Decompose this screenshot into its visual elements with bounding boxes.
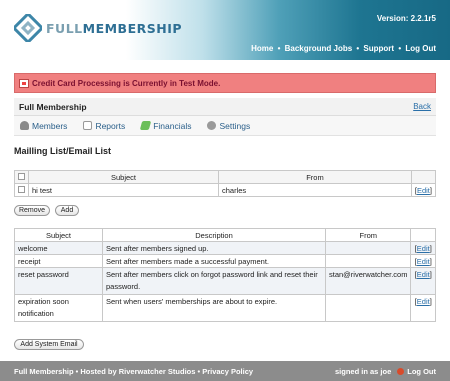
subnav-members-label: Members	[32, 120, 68, 131]
top-nav: Home • Background Jobs • Support • Log O…	[251, 44, 436, 53]
table-header-row: Subject Description From	[14, 228, 436, 242]
subnav-settings-label: Settings	[219, 120, 251, 131]
row-from	[324, 241, 412, 255]
col-action	[410, 170, 437, 184]
row-checkbox[interactable]	[18, 185, 25, 193]
table-row: expiration soon notification Sent when u…	[14, 294, 436, 322]
add-button[interactable]: Add	[55, 205, 79, 216]
back-link[interactable]: Back	[413, 102, 431, 111]
select-all-checkbox[interactable]	[18, 172, 25, 180]
row-from	[324, 294, 412, 322]
table-header-row: Subject From	[14, 170, 437, 184]
footer-user: signed in as joe Log Out	[335, 367, 436, 376]
footer-links[interactable]: Full Membership • Hosted by Riverwatcher…	[14, 367, 253, 376]
subnav-reports[interactable]: Reports	[83, 121, 125, 131]
subnav-settings[interactable]: Settings	[207, 121, 250, 131]
edit-link[interactable]: Edit	[417, 257, 430, 266]
col-subject: Subject	[28, 170, 219, 184]
credit-card-icon	[19, 78, 29, 88]
col-action	[410, 228, 436, 242]
report-icon	[83, 121, 93, 130]
nav-home[interactable]: Home	[251, 44, 273, 53]
logo-text-membership: MEMBERSHIP	[82, 20, 183, 36]
alert-text: Credit Card Processing is Currently in T…	[32, 78, 221, 88]
nav-support[interactable]: Support	[363, 44, 394, 53]
row-action-cell: [Edit]	[410, 294, 436, 322]
table-row: receipt Sent after members made a succes…	[14, 254, 436, 268]
col-from: From	[218, 170, 412, 184]
col-description: Description	[102, 228, 326, 242]
row-description: Sent after members made a successful pay…	[102, 254, 326, 268]
table-row: hi test charles [Edit]	[14, 183, 437, 197]
row-description: Sent after members click on forgot passw…	[102, 267, 326, 295]
user-icon	[20, 121, 29, 130]
row-subject: expiration soon notification	[14, 294, 103, 322]
money-icon	[139, 121, 152, 130]
page-title: Full Membership	[19, 101, 87, 112]
select-all-cell	[14, 170, 29, 184]
system-emails-table: Subject Description From welcome Sent af…	[14, 228, 436, 322]
col-subject: Subject	[14, 228, 103, 242]
row-subject: welcome	[14, 241, 103, 255]
nav-log-out[interactable]: Log Out	[405, 44, 436, 53]
edit-link[interactable]: Edit	[417, 270, 430, 279]
remove-button[interactable]: Remove	[14, 205, 50, 216]
logout-icon	[397, 367, 405, 375]
row-from	[324, 254, 412, 268]
row-subject: reset password	[14, 267, 103, 295]
row-action-cell: [Edit]	[410, 254, 436, 268]
logo-text: FULLMEMBERSHIP	[46, 21, 182, 36]
page-titlebar: Full Membership Back	[14, 98, 436, 116]
logo-text-full: FULL	[46, 20, 83, 36]
col-from: From	[324, 228, 412, 242]
signed-in-label: signed in as joe	[334, 366, 392, 376]
edit-link[interactable]: Edit	[417, 186, 430, 195]
row-subject: hi test	[28, 183, 219, 197]
edit-link[interactable]: Edit	[417, 244, 430, 253]
sub-nav: Members Reports Financials Settings	[14, 116, 436, 136]
version-label: Version: 2.2.1r5	[376, 14, 436, 23]
table-row: reset password Sent after members click …	[14, 267, 436, 295]
subnav-financials[interactable]: Financials	[139, 120, 192, 131]
table-row: welcome Sent after members signed up. [E…	[14, 241, 436, 255]
test-mode-alert: Credit Card Processing is Currently in T…	[14, 73, 436, 93]
mailing-list-table: Subject From hi test charles [Edit]	[14, 170, 437, 197]
footer: Full Membership • Hosted by Riverwatcher…	[0, 361, 450, 381]
section-title: Mailling List/Email List	[14, 146, 112, 156]
row-subject: receipt	[14, 254, 103, 268]
footer-logout-link[interactable]: Log Out	[407, 367, 436, 376]
subnav-reports-label: Reports	[95, 120, 126, 131]
edit-link[interactable]: Edit	[417, 297, 430, 306]
row-select-cell	[14, 183, 29, 197]
subnav-members[interactable]: Members	[20, 121, 67, 131]
row-action-cell: [Edit]	[410, 183, 437, 197]
logo-mark-icon	[14, 14, 42, 42]
subnav-financials-label: Financials	[153, 120, 192, 131]
nav-background-jobs[interactable]: Background Jobs	[285, 44, 353, 53]
row-from: charles	[218, 183, 412, 197]
logo[interactable]: FULLMEMBERSHIP	[14, 14, 182, 42]
row-action-cell: [Edit]	[410, 241, 436, 255]
app-header: FULLMEMBERSHIP Version: 2.2.1r5 Home • B…	[0, 0, 450, 60]
row-from: stan@riverwatcher.com	[324, 267, 412, 295]
add-system-email-button[interactable]: Add System Email	[14, 339, 84, 350]
row-description: Sent after members signed up.	[102, 241, 326, 255]
row-action-cell: [Edit]	[410, 267, 436, 295]
row-description: Sent when users' memberships are about t…	[102, 294, 326, 322]
gear-icon	[207, 121, 217, 130]
